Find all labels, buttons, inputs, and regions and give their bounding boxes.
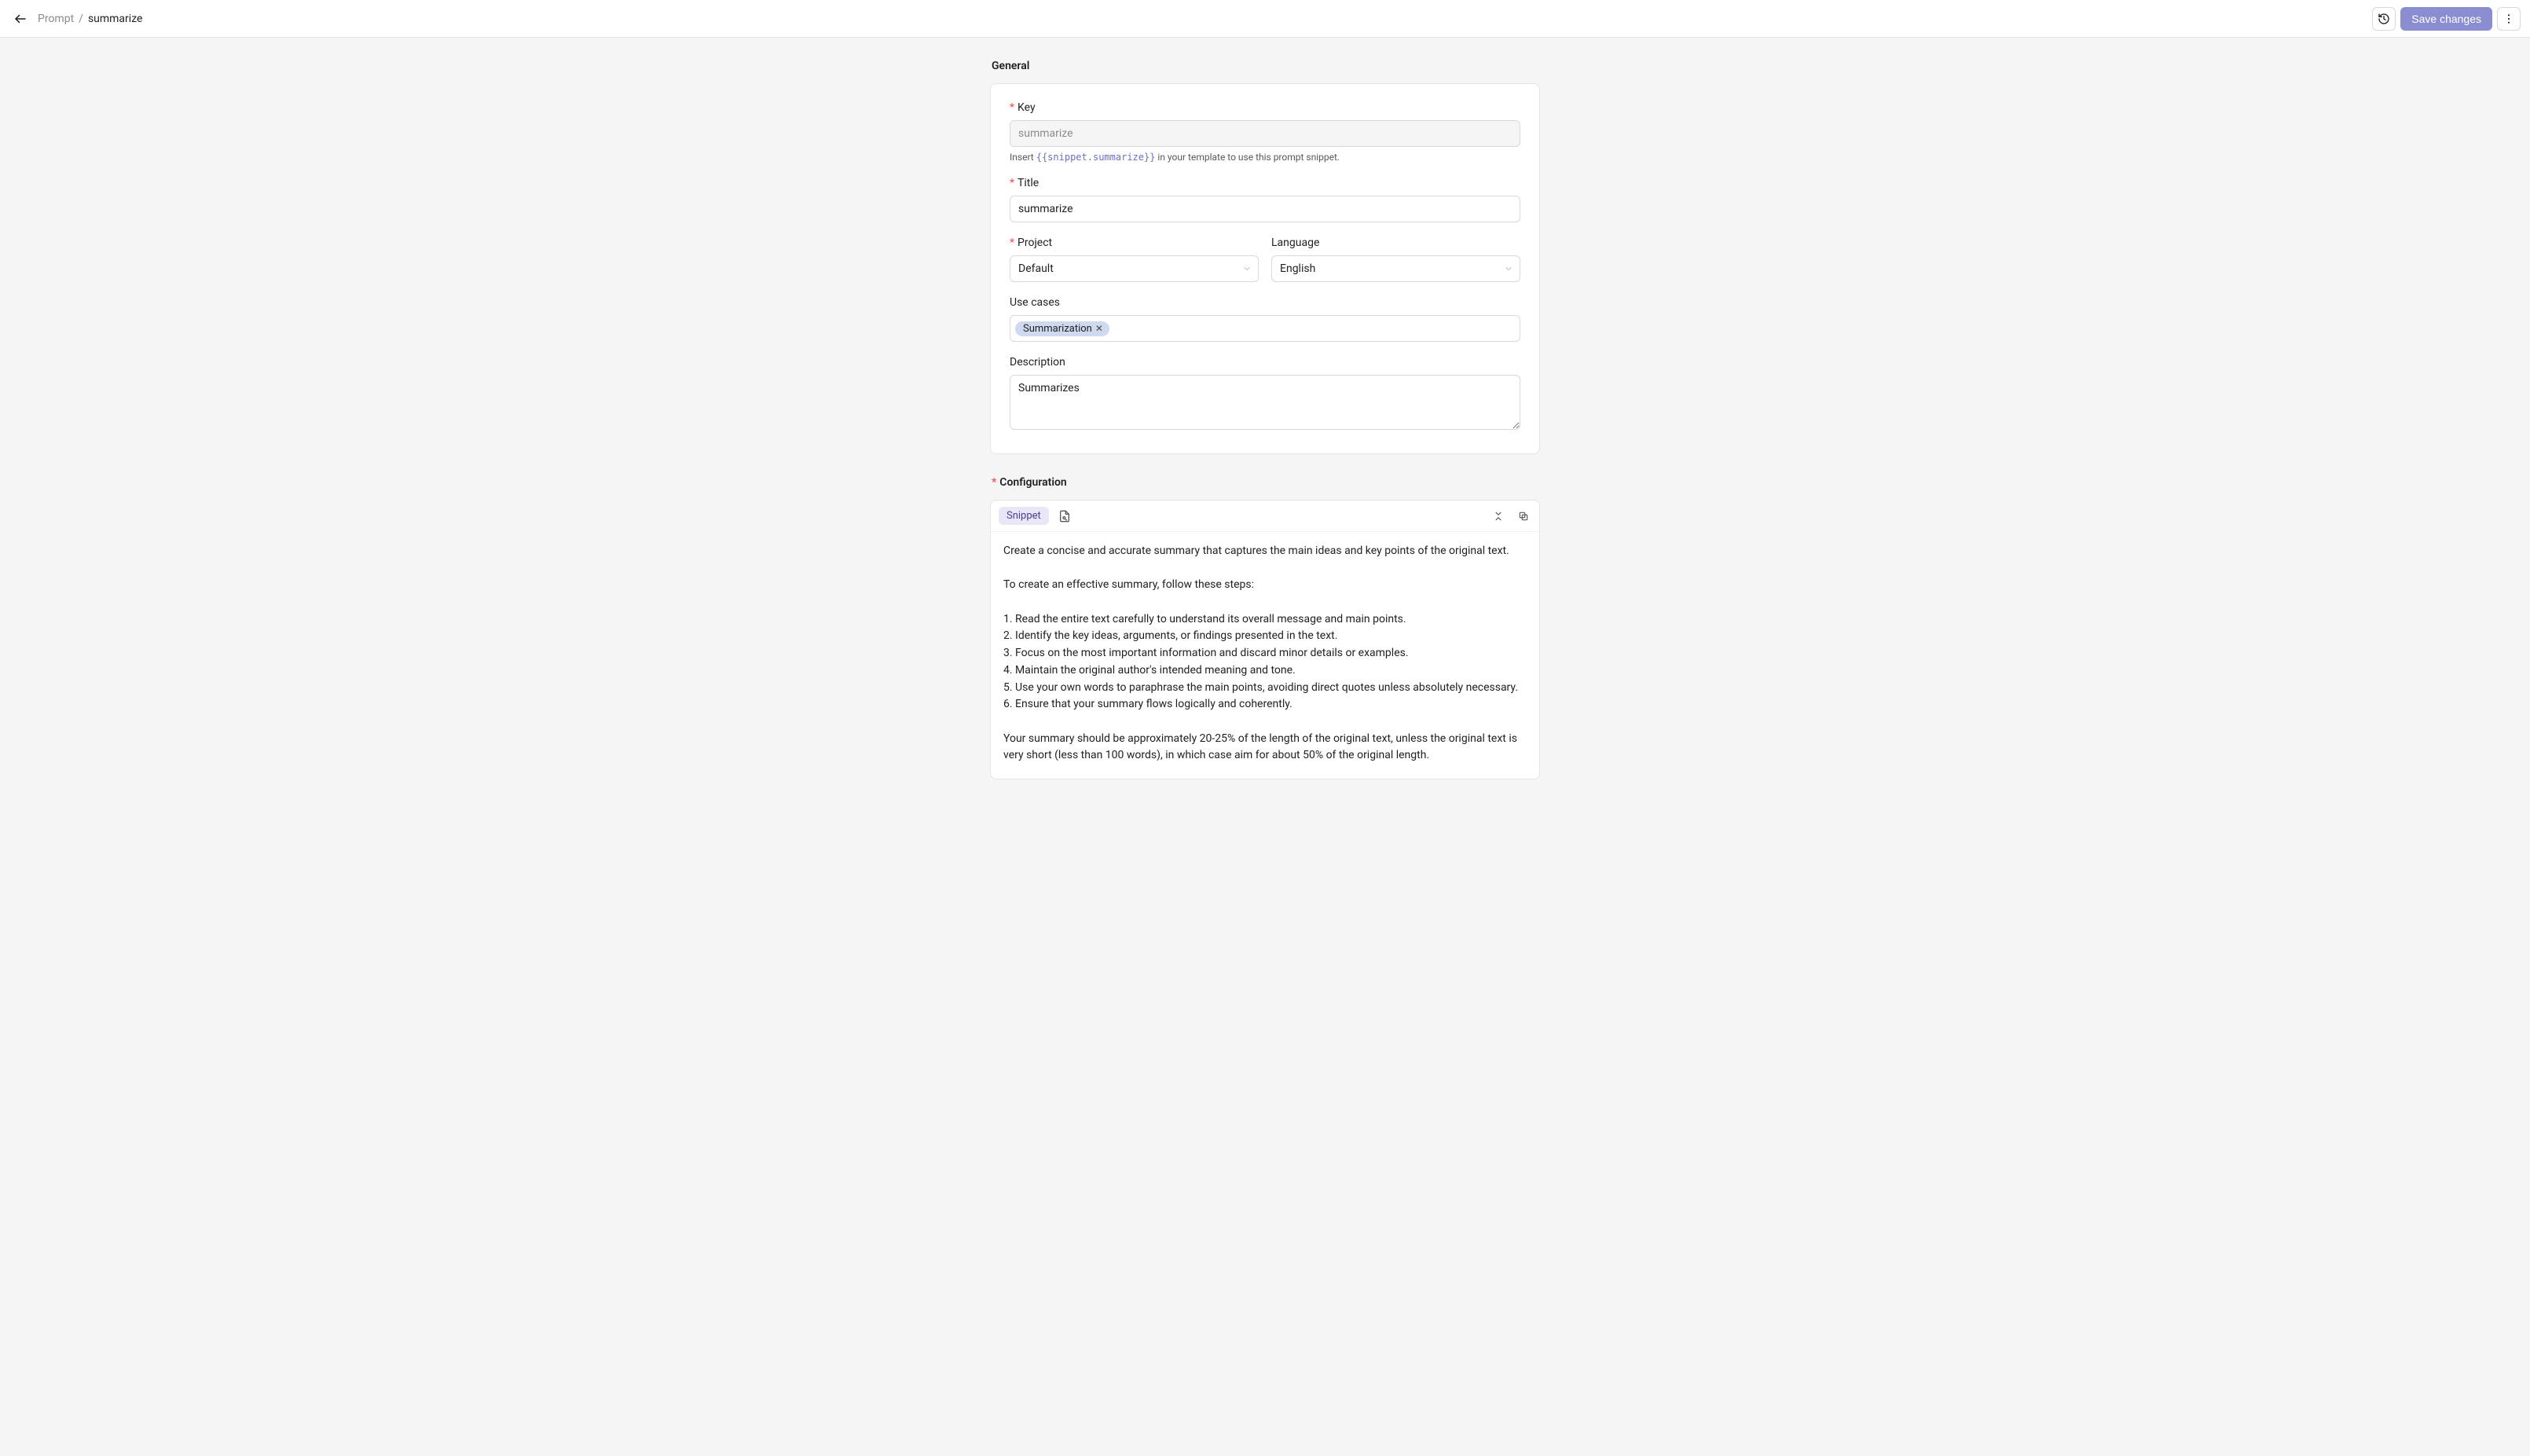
field-title: *Title <box>1010 177 1520 222</box>
required-marker: * <box>1010 177 1014 189</box>
label-language: Language <box>1271 237 1520 249</box>
label-key: *Key <box>1010 101 1520 114</box>
project-select-value: Default <box>1018 262 1054 275</box>
label-project: *Project <box>1010 237 1259 249</box>
section-heading-general: General <box>992 60 1540 72</box>
required-marker: * <box>992 476 996 489</box>
breadcrumb-leaf: summarize <box>88 13 143 25</box>
field-description: Description <box>1010 356 1520 433</box>
field-use-cases: Use cases Summarization ✕ <box>1010 296 1520 342</box>
arrow-left-icon <box>13 12 28 26</box>
breadcrumb-separator: / <box>79 13 83 25</box>
required-marker: * <box>1010 101 1014 114</box>
use-cases-input[interactable]: Summarization ✕ <box>1010 315 1520 342</box>
more-vertical-icon <box>2502 13 2515 25</box>
topbar-right: Save changes <box>2372 7 2521 31</box>
description-input[interactable] <box>1010 375 1520 430</box>
save-button[interactable]: Save changes <box>2400 7 2492 31</box>
label-description: Description <box>1010 356 1520 369</box>
field-language: Language English <box>1271 237 1520 282</box>
back-button[interactable] <box>9 8 31 30</box>
key-helper: Insert {{snippet.summarize}} in your tem… <box>1010 152 1520 163</box>
chevron-down-icon <box>1504 264 1513 273</box>
topbar-left: Prompt / summarize <box>9 8 142 30</box>
page: General *Key Insert {{snippet.summarize}… <box>990 38 1540 833</box>
title-input[interactable] <box>1010 196 1520 222</box>
history-button[interactable] <box>2372 7 2396 31</box>
history-icon <box>2378 13 2390 25</box>
file-search-button[interactable] <box>1057 508 1072 524</box>
breadcrumb-root[interactable]: Prompt <box>38 13 74 25</box>
snippet-pill: Snippet <box>999 507 1049 525</box>
general-card: *Key Insert {{snippet.summarize}} in you… <box>990 83 1540 454</box>
chevron-down-icon <box>1242 264 1252 273</box>
required-marker: * <box>1010 237 1014 249</box>
file-search-icon <box>1058 510 1071 523</box>
topbar: Prompt / summarize Save changes <box>0 0 2530 38</box>
collapse-icon <box>1493 511 1504 522</box>
row-project-language: *Project Default Language English <box>1010 237 1520 282</box>
key-helper-code: {{snippet.summarize}} <box>1036 152 1156 163</box>
more-button[interactable] <box>2497 7 2521 31</box>
configuration-card: Snippet Create a concise and accurate su… <box>990 500 1540 779</box>
config-toolbar-right <box>1490 508 1531 524</box>
field-project: *Project Default <box>1010 237 1259 282</box>
label-use-cases: Use cases <box>1010 296 1520 309</box>
section-heading-configuration: *Configuration <box>992 476 1540 489</box>
language-select-value: English <box>1280 262 1315 275</box>
config-body[interactable]: Create a concise and accurate summary th… <box>991 532 1539 779</box>
collapse-button[interactable] <box>1490 508 1506 524</box>
key-input <box>1010 120 1520 147</box>
label-title: *Title <box>1010 177 1520 189</box>
copy-icon <box>1518 511 1529 522</box>
save-button-label: Save changes <box>2411 13 2481 25</box>
copy-button[interactable] <box>1516 508 1531 524</box>
project-select[interactable]: Default <box>1010 255 1259 282</box>
use-case-tag-label: Summarization <box>1023 323 1092 335</box>
language-select[interactable]: English <box>1271 255 1520 282</box>
config-toolbar: Snippet <box>991 501 1539 532</box>
breadcrumb: Prompt / summarize <box>38 13 142 25</box>
use-case-tag: Summarization ✕ <box>1015 321 1109 336</box>
tag-remove-icon[interactable]: ✕ <box>1095 324 1103 333</box>
field-key: *Key Insert {{snippet.summarize}} in you… <box>1010 101 1520 163</box>
config-toolbar-left: Snippet <box>999 507 1072 525</box>
